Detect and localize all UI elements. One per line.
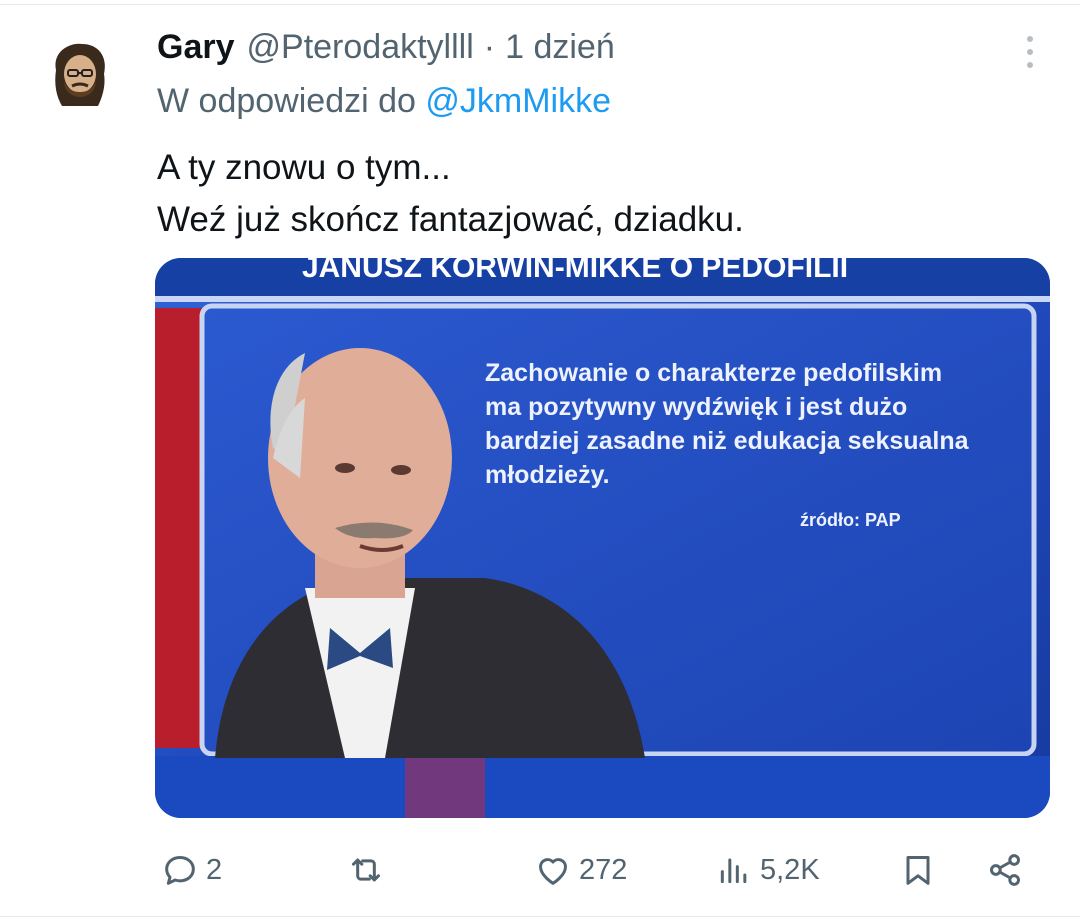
like-count: 272: [579, 853, 628, 886]
author-name[interactable]: Gary: [157, 28, 235, 67]
share-icon: [984, 850, 1026, 890]
top-divider: [0, 4, 1080, 5]
media-source: źródło: PAP: [800, 510, 901, 530]
like-button[interactable]: 272: [533, 840, 627, 900]
media-headline: JANUSZ KORWIN-MIKKE O PEDOFILII: [302, 258, 848, 284]
reply-count: 2: [206, 853, 223, 886]
tweet-timestamp[interactable]: 1 dzień: [505, 28, 615, 67]
tweet-text: A ty znowu o tym... Weź już skończ fanta…: [157, 142, 744, 246]
media-quote-line: bardziej zasadne niż edukacja seksualna: [485, 427, 970, 455]
heart-icon: [533, 850, 573, 890]
views-icon: [714, 850, 754, 890]
tweet-text-line: Weź już skończ fantazjować, dziadku.: [157, 200, 744, 239]
reply-prefix: W odpowiedzi do: [157, 82, 416, 120]
more-vertical-icon[interactable]: [1012, 30, 1048, 74]
avatar[interactable]: [42, 40, 118, 116]
tweet-action-bar: 2 272 5,2K: [0, 840, 1080, 900]
views-button[interactable]: 5,2K: [714, 840, 820, 900]
author-handle[interactable]: @Pterodaktyllll: [247, 28, 474, 67]
reply-button[interactable]: 2: [160, 840, 222, 900]
media-quote-line: młodzieży.: [485, 461, 610, 489]
views-count: 5,2K: [760, 853, 820, 886]
reply-mention-link[interactable]: @JkmMikke: [425, 82, 611, 120]
repost-icon: [345, 850, 387, 890]
reply-context: W odpowiedzi do @JkmMikke: [157, 82, 611, 121]
tweet-media-image[interactable]: JANUSZ KORWIN-MIKKE O PEDOFILII Zachowan…: [155, 258, 1050, 818]
media-quote-line: Zachowanie o charakterze pedofilskim: [485, 359, 942, 387]
bookmark-button[interactable]: [898, 840, 938, 900]
tweet-text-line: A ty znowu o tym...: [157, 148, 451, 187]
media-quote-line: ma pozytywny wydźwięk i jest dużo: [485, 393, 907, 421]
header-separator: ·: [483, 27, 496, 66]
share-button[interactable]: [984, 840, 1026, 900]
reply-icon: [160, 850, 200, 890]
repost-button[interactable]: [345, 840, 393, 900]
tweet-header: Gary @Pterodaktyllll · 1 dzień: [157, 24, 615, 70]
bookmark-icon: [898, 850, 938, 890]
bottom-divider: [0, 916, 1080, 917]
